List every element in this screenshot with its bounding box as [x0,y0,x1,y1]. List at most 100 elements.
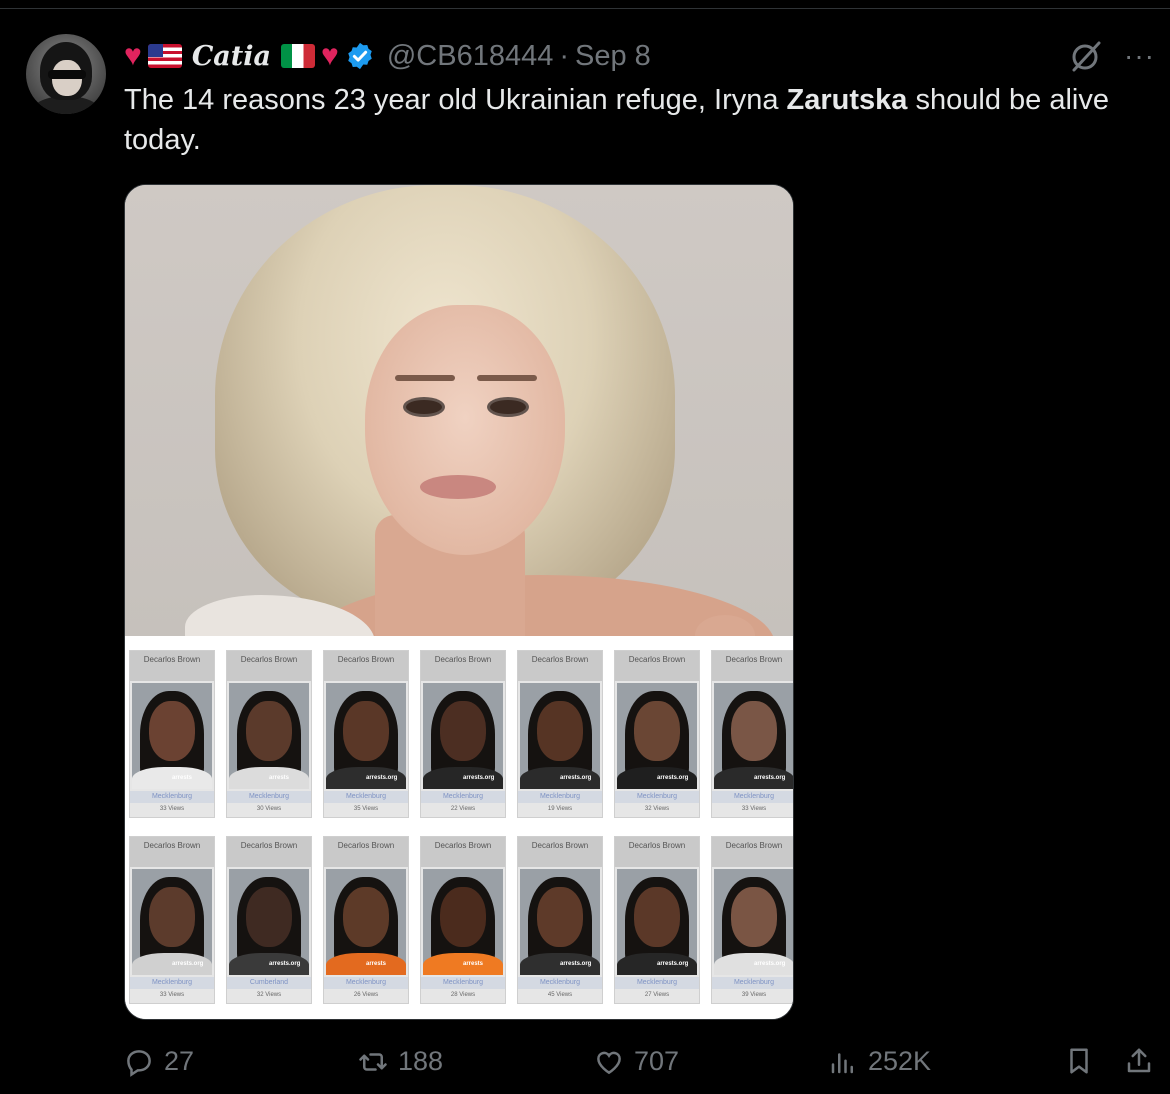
mugshot-views: 30 Views [256,806,282,812]
heart-icon [597,1051,621,1074]
mugshot-name-label: Decarlos Brown [421,651,505,681]
mugshot-views: 33 Views [159,992,185,998]
portrait-brow-shape [477,375,537,381]
mugshot-watermark: arrests.org [366,775,398,781]
author-name[interactable]: Catia [192,41,271,72]
mugshot-face-shape [149,887,195,947]
mugshot-watermark: arrests [172,775,193,781]
mugshot-watermark: arrests.org [657,961,689,967]
bookmark-icon [1070,1048,1088,1074]
share-button[interactable] [1124,1046,1154,1081]
avatar-sunglasses-shape [48,70,86,79]
mugshot-views: 32 Views [644,806,670,812]
mugshot-photo: arrests.org [714,869,793,975]
reply-icon [127,1049,151,1077]
verified-badge-icon[interactable] [345,41,375,71]
mugshot-county: Mecklenburg [518,791,602,803]
mugshot-photo: arrests [229,683,309,789]
portrait-face-shape [365,305,565,555]
mugshot-county: Mecklenburg [130,791,214,803]
mugshot-views: 27 Views [644,992,670,998]
mugshot-photo: arrests.org [520,683,600,789]
views-button[interactable]: 252K [828,1046,931,1077]
us-flag-icon [147,44,182,68]
mugshot-county: Mecklenburg [615,977,699,989]
mugshot-card: Decarlos Brown arrests Mecklenburg 30 Views [226,650,312,818]
reply-button[interactable]: 27 [124,1046,194,1077]
mugshot-photo: arrests.org [617,683,697,789]
mugshot-photo: arrests.org [714,683,793,789]
mugshot-photo: arrests.org [229,869,309,975]
mugshot-face-shape [343,701,389,761]
mugshot-card: Decarlos Brown arrests.org Mecklenburg 33 V… [711,650,793,818]
repost-icon [359,1052,387,1071]
action-bar: 27 188 707 252K [0,1046,1170,1086]
mugshot-name-label: Decarlos Brown [615,651,699,681]
mugshot-watermark: arrests.org [754,775,786,781]
header-separator: · [559,39,570,72]
mugshot-photo: arrests [423,869,503,975]
mugshot-views: 26 Views [353,992,379,998]
mugshot-name-label: Decarlos Brown [130,651,214,681]
mugshot-watermark: arrests.org [172,961,204,967]
mugshot-name-label: Decarlos Brown [130,837,214,867]
mugshot-face-shape [634,701,680,761]
mugshot-county: Mecklenburg [712,791,793,803]
author-handle[interactable]: @CB618444 [387,40,554,73]
bookmark-button[interactable] [1064,1046,1094,1081]
post-date[interactable]: Sep 8 [575,40,651,73]
mugshot-photo: arrests.org [132,869,212,975]
grok-icon[interactable] [1068,38,1104,74]
mugshot-watermark: arrests.org [560,775,592,781]
portrait-lips-shape [420,475,496,499]
mugshot-card: Decarlos Brown arrests.org Mecklenburg 22 V… [420,650,506,818]
mugshot-card: Decarlos Brown arrests.org Mecklenburg 39 V… [711,836,793,1004]
mugshot-name-label: Decarlos Brown [324,837,408,867]
portrait-eye-shape [487,397,529,417]
mugshot-card: Decarlos Brown arrests Mecklenburg 26 Views [323,836,409,1004]
mugshot-views: 33 Views [159,806,185,812]
mugshot-face-shape [731,887,777,947]
mugshot-views: 35 Views [353,806,379,812]
mugshot-county: Mecklenburg [712,977,793,989]
mugshot-face-shape [440,887,486,947]
mugshot-photo: arrests.org [326,683,406,789]
like-button[interactable]: 707 [594,1046,679,1077]
mugshot-views: 28 Views [450,992,476,998]
mugshot-card: Decarlos Brown arrests.org Mecklenburg 35 V… [323,650,409,818]
post-media-image[interactable]: Decarlos Brown arrests Mecklenburg 33 Views… [124,184,794,1020]
mugshot-card: Decarlos Brown arrests Mecklenburg 28 Views [420,836,506,1004]
like-count: 707 [634,1046,680,1076]
mugshot-county: Mecklenburg [615,791,699,803]
avatar[interactable] [26,34,106,114]
share-icon [1127,1048,1151,1073]
mugshot-name-label: Decarlos Brown [712,837,793,867]
mugshot-county: Mecklenburg [421,977,505,989]
mugshot-name-label: Decarlos Brown [421,837,505,867]
repost-count: 188 [398,1046,444,1076]
mugshot-county: Mecklenburg [324,791,408,803]
view-count: 252K [868,1046,932,1076]
mugshot-name-label: Decarlos Brown [615,837,699,867]
mugshot-watermark: arrests [463,961,484,967]
mugshot-face-shape [246,701,292,761]
mugshot-card: Decarlos Brown arrests.org Cumberland 32 Vi… [226,836,312,1004]
mugshot-county: Mecklenburg [227,791,311,803]
mugshot-face-shape [440,701,486,761]
top-divider [0,8,1170,9]
post-text-start: The 14 reasons 23 year old Ukrainian ref… [124,84,787,116]
mugshot-name-label: Decarlos Brown [518,837,602,867]
portrait-photo [125,185,793,636]
mugshot-views: 19 Views [547,806,573,812]
mugshot-name-label: Decarlos Brown [227,651,311,681]
more-options-icon[interactable]: ··· [1124,40,1155,72]
red-heart-icon: ♥ [124,39,142,72]
repost-button[interactable]: 188 [358,1046,443,1077]
post-text: The 14 reasons 23 year old Ukrainian ref… [124,80,1164,160]
mugshot-name-label: Decarlos Brown [324,651,408,681]
portrait-eye-shape [403,397,445,417]
mugshot-face-shape [343,887,389,947]
mugshot-views: 22 Views [450,806,476,812]
mugshot-face-shape [634,887,680,947]
mugshot-views: 32 Views [256,992,282,998]
